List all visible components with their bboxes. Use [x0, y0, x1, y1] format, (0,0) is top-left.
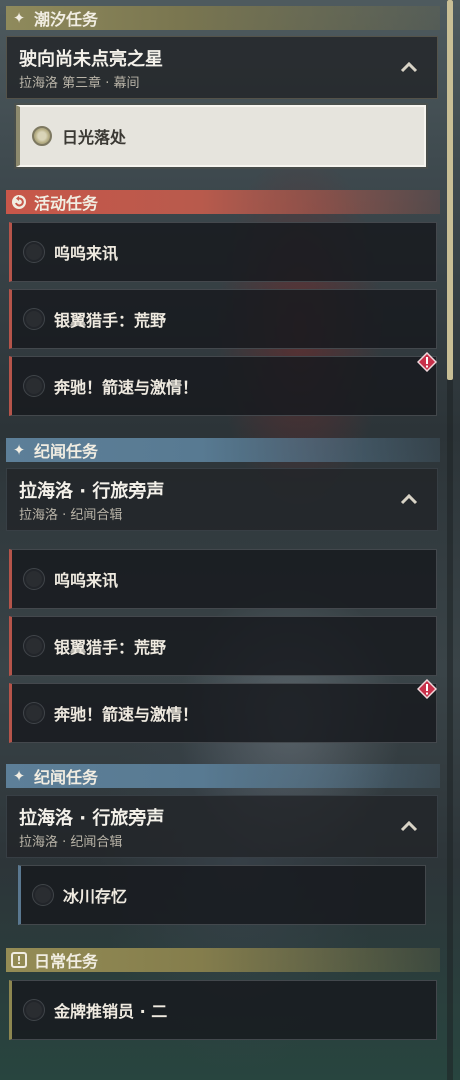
group-subtitle: 拉海洛 · 纪闻合辑 — [19, 508, 123, 523]
quest-item[interactable]: 呜呜来讯 — [9, 549, 437, 609]
quest-label: 奔驰！箭速与激情！ — [54, 378, 199, 397]
quest-item[interactable]: 银翼猎手：荒野 — [9, 616, 437, 676]
category-header-tide: ✦ 潮汐任务 — [6, 6, 440, 30]
quest-label: 金牌推销员 · 二 — [54, 1002, 168, 1021]
quest-status-icon — [24, 1000, 44, 1020]
sparkle-icon: ✦ — [12, 766, 26, 785]
quest-label: 冰川存忆 — [63, 887, 128, 906]
exclamation-box-icon: ! — [10, 951, 28, 969]
quest-group-lore[interactable]: 拉海洛 · 行旅旁声 拉海洛 · 纪闻合辑 — [6, 795, 438, 858]
quest-label: 银翼猎手：荒野 — [54, 311, 167, 330]
scrollbar[interactable] — [447, 0, 453, 1080]
group-title: 拉海洛 · 行旅旁声 — [19, 481, 165, 502]
scrollbar-thumb[interactable] — [447, 0, 453, 380]
quest-label: 呜呜来讯 — [54, 244, 119, 263]
quest-item[interactable]: 银翼猎手：荒野 — [9, 289, 437, 349]
quest-item[interactable]: 奔驰！箭速与激情！ — [9, 356, 437, 416]
group-title: 拉海洛 · 行旅旁声 — [19, 808, 165, 829]
quest-status-icon — [33, 885, 53, 905]
quest-status-icon — [24, 242, 44, 262]
quest-status-icon — [32, 126, 52, 146]
category-label-event: 活动任务 — [34, 194, 99, 213]
group-subtitle: 拉海洛 · 纪闻合辑 — [19, 835, 123, 850]
chevron-up-icon[interactable] — [399, 59, 419, 75]
quest-label: 日光落处 — [62, 128, 127, 147]
quest-label: 奔驰！箭速与激情！ — [54, 705, 199, 724]
sparkle-icon: ✦ — [12, 8, 26, 27]
quest-group-lore[interactable]: 拉海洛 · 行旅旁声 拉海洛 · 纪闻合辑 — [6, 468, 438, 531]
category-header-event: 活动任务 — [6, 190, 440, 214]
quest-label: 银翼猎手：荒野 — [54, 638, 167, 657]
group-title: 驶向尚未点亮之星 — [19, 49, 163, 70]
quest-status-icon — [24, 636, 44, 656]
quest-status-icon — [24, 569, 44, 589]
category-label-lore: 纪闻任务 — [34, 442, 99, 461]
quest-status-icon — [24, 309, 44, 329]
category-header-lore: ✦ 纪闻任务 — [6, 438, 440, 462]
category-header-daily: ! 日常任务 — [6, 948, 440, 972]
sparkle-icon: ✦ — [12, 440, 26, 459]
category-label-daily: 日常任务 — [34, 952, 99, 971]
category-header-lore: ✦ 纪闻任务 — [6, 764, 440, 788]
quest-item[interactable]: 金牌推销员 · 二 — [9, 980, 437, 1040]
quest-status-icon — [24, 376, 44, 396]
quest-label: 呜呜来讯 — [54, 571, 119, 590]
quest-status-icon — [24, 703, 44, 723]
chevron-up-icon[interactable] — [399, 491, 419, 507]
event-swirl-icon — [10, 193, 28, 211]
quest-item[interactable]: 呜呜来讯 — [9, 222, 437, 282]
quest-item-selected[interactable]: 日光落处 — [16, 105, 426, 167]
category-label-tide: 潮汐任务 — [34, 10, 99, 29]
quest-item[interactable]: 奔驰！箭速与激情！ — [9, 683, 437, 743]
category-label-lore: 纪闻任务 — [34, 768, 99, 787]
group-subtitle: 拉海洛 第三章 · 幕间 — [19, 76, 140, 91]
warning-diamond-icon — [417, 352, 437, 372]
warning-diamond-icon — [417, 679, 437, 699]
quest-item[interactable]: 冰川存忆 — [18, 865, 426, 925]
quest-group-tide[interactable]: 驶向尚未点亮之星 拉海洛 第三章 · 幕间 — [6, 36, 438, 99]
chevron-up-icon[interactable] — [399, 818, 419, 834]
